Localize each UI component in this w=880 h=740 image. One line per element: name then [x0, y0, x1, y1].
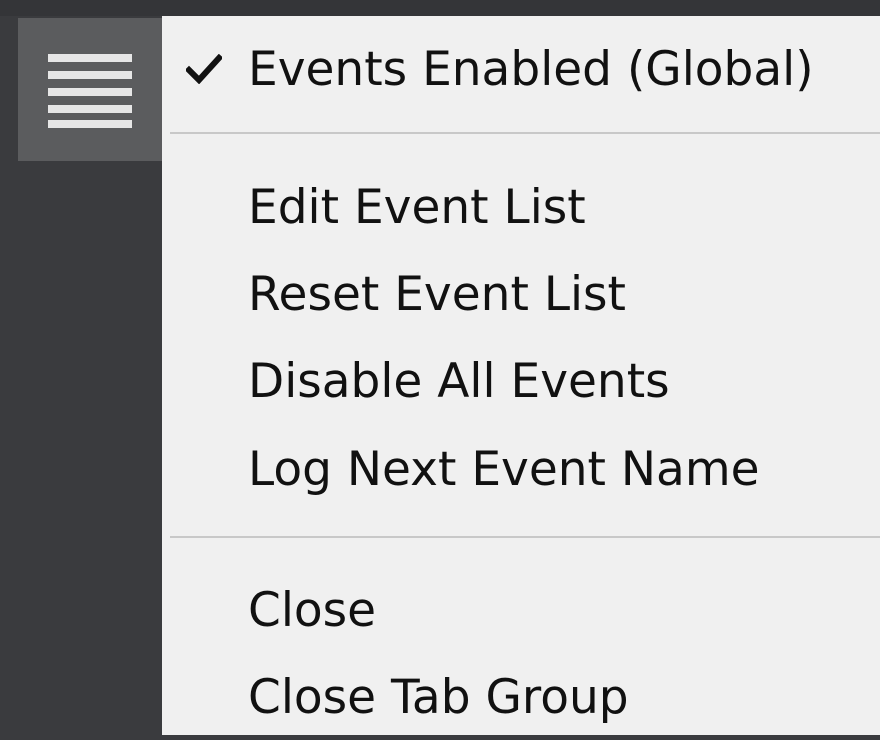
context-menu: Events Enabled (Global) Edit Event List … — [162, 16, 880, 735]
menu-item-close-tab-group[interactable]: Close Tab Group — [162, 654, 880, 740]
menu-item-edit-event-list[interactable]: Edit Event List — [162, 164, 880, 250]
menu-item-label: Log Next Event Name — [248, 441, 760, 497]
menu-item-events-enabled[interactable]: Events Enabled (Global) — [162, 26, 880, 112]
menu-item-label: Reset Event List — [248, 266, 626, 322]
menu-separator — [170, 132, 880, 134]
menu-toggle-button[interactable] — [18, 18, 162, 161]
menu-item-disable-all-events[interactable]: Disable All Events — [162, 338, 880, 424]
menu-item-close[interactable]: Close — [162, 567, 880, 653]
menu-item-label: Close Tab Group — [248, 669, 629, 725]
menu-item-label: Disable All Events — [248, 353, 670, 409]
menu-item-label: Events Enabled (Global) — [248, 41, 814, 97]
menu-item-reset-event-list[interactable]: Reset Event List — [162, 251, 880, 337]
menu-item-label: Edit Event List — [248, 179, 586, 235]
menu-separator — [170, 536, 880, 538]
checkmark-icon — [186, 54, 222, 84]
menu-item-label: Close — [248, 582, 377, 638]
menu-item-log-next-event-name[interactable]: Log Next Event Name — [162, 426, 880, 512]
title-strip — [0, 0, 880, 16]
hamburger-menu-icon — [48, 53, 132, 128]
